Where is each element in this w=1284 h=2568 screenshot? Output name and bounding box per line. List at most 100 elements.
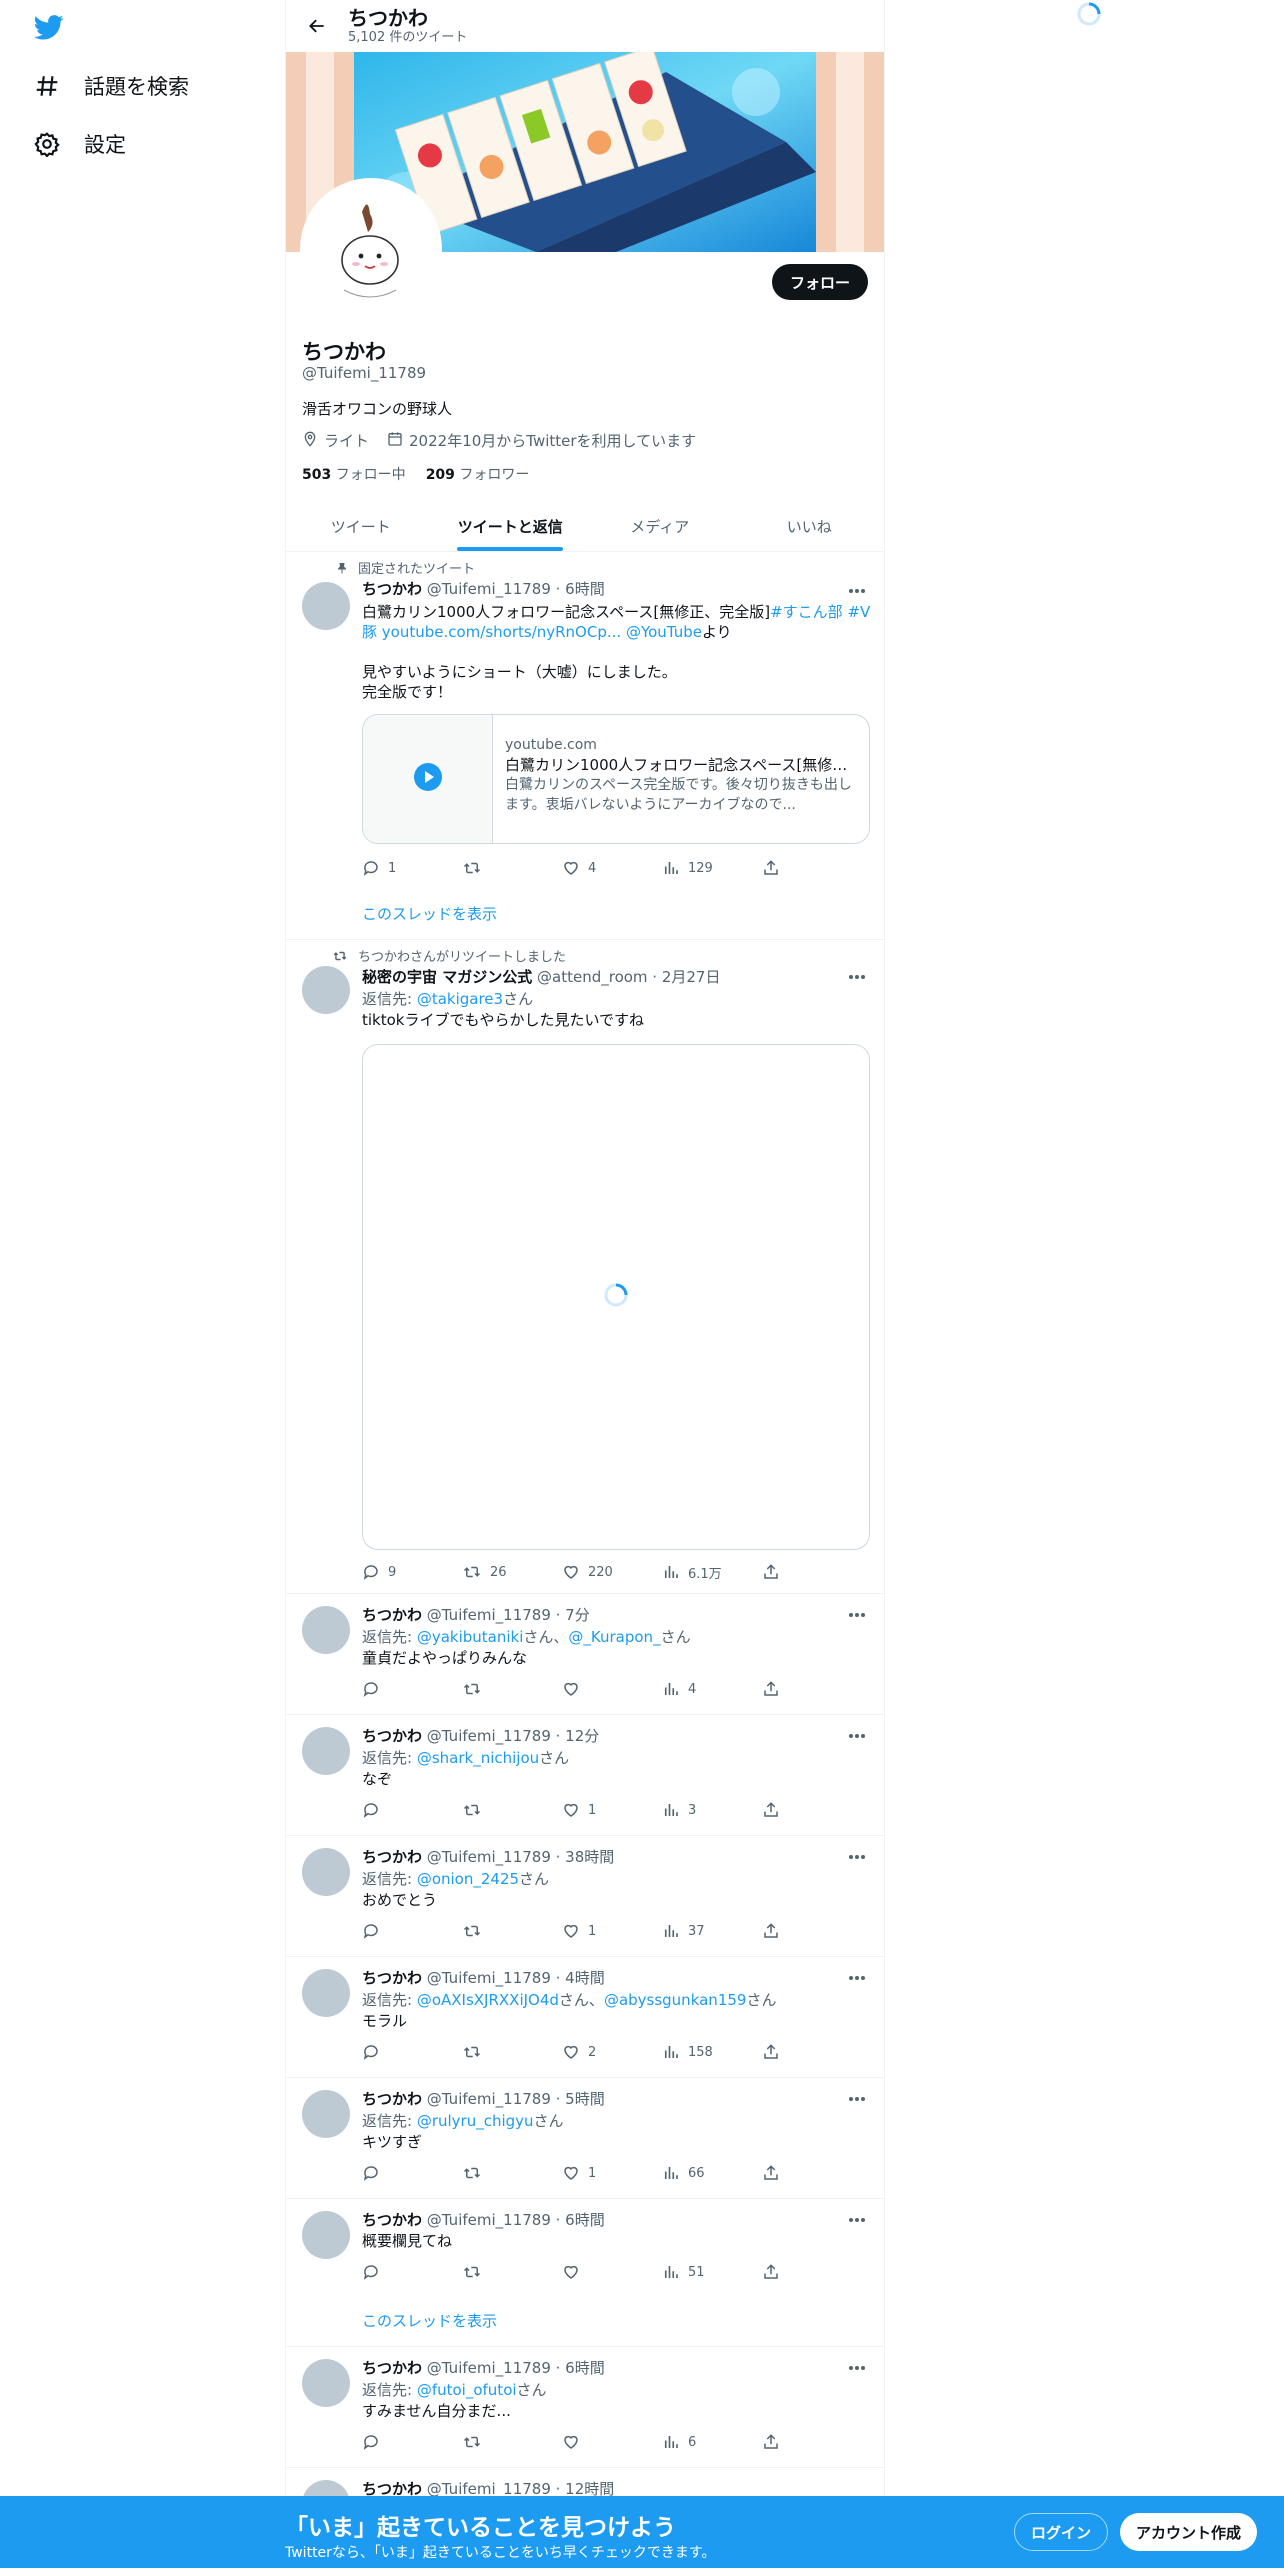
tweet-pinned[interactable]: 固定されたツイート ちつかわ @Tuifemi_11789 · 6時間 白鷺カリ…: [286, 552, 884, 940]
tab-likes[interactable]: いいね: [735, 502, 885, 551]
share-button[interactable]: [762, 2162, 802, 2184]
retweet-button[interactable]: [462, 1678, 562, 1700]
share-button[interactable]: [762, 1920, 802, 1942]
share-button[interactable]: [762, 1799, 802, 1821]
followers-link[interactable]: 209 フォロワー: [426, 464, 530, 484]
retweet-button[interactable]: [462, 857, 562, 879]
share-button[interactable]: [762, 2041, 802, 2063]
views-button[interactable]: 66: [662, 2162, 762, 2184]
retweet-button[interactable]: 26: [462, 1561, 562, 1583]
tweet-reply[interactable]: ちつかわ @Tuifemi_11789 · 38時間 返信先: @onion_2…: [286, 1836, 884, 1957]
share-button[interactable]: [762, 857, 802, 879]
reply-button[interactable]: [362, 2431, 462, 2453]
avatar[interactable]: [302, 1969, 350, 2017]
reply-button[interactable]: 1: [362, 857, 462, 879]
share-button[interactable]: [762, 2261, 802, 2283]
reply-button[interactable]: [362, 1799, 462, 1821]
tab-tweets[interactable]: ツイート: [286, 502, 436, 551]
mention-link[interactable]: @shark_nichijou: [417, 1749, 539, 1767]
retweet-button[interactable]: [462, 1920, 562, 1942]
signup-button[interactable]: アカウント作成: [1120, 2513, 1258, 2551]
like-button[interactable]: 1: [562, 2162, 662, 2184]
author-name[interactable]: 秘密の宇宙 マガジン公式: [362, 968, 532, 986]
avatar[interactable]: [302, 1727, 350, 1775]
more-options-icon[interactable]: [846, 2357, 868, 2379]
retweet-button[interactable]: [462, 1799, 562, 1821]
reply-button[interactable]: [362, 1920, 462, 1942]
author-name[interactable]: ちつかわ: [362, 2090, 422, 2108]
author-name[interactable]: ちつかわ: [362, 1848, 422, 1866]
author-name[interactable]: ちつかわ: [362, 580, 422, 598]
author-name[interactable]: ちつかわ: [362, 1606, 422, 1624]
tweet[interactable]: ちつかわ @Tuifemi_11789 · 6時間 概要欄見てね 51 このスレ…: [286, 2199, 884, 2347]
media-embed[interactable]: [362, 1044, 870, 1550]
hashtag-link[interactable]: #すこん部: [770, 603, 843, 621]
author-name[interactable]: ちつかわ: [362, 2211, 422, 2229]
mention-link[interactable]: @abyssgunkan159: [604, 1991, 747, 2009]
like-button[interactable]: 2: [562, 2041, 662, 2063]
tab-tweets-and-replies[interactable]: ツイートと返信: [436, 502, 586, 551]
reply-button[interactable]: 9: [362, 1561, 462, 1583]
tweet-reply[interactable]: ちつかわ @Tuifemi_11789 · 4時間 返信先: @oAXIsXJR…: [286, 1957, 884, 2078]
author-name[interactable]: ちつかわ: [362, 2359, 422, 2377]
more-options-icon[interactable]: [846, 966, 868, 988]
profile-avatar[interactable]: [300, 178, 442, 320]
show-thread-link[interactable]: このスレッドを表示: [362, 903, 497, 924]
avatar[interactable]: [302, 582, 350, 630]
share-button[interactable]: [762, 1678, 802, 1700]
like-button[interactable]: 4: [562, 857, 662, 879]
avatar[interactable]: [302, 2359, 350, 2407]
avatar[interactable]: [302, 2090, 350, 2138]
following-link[interactable]: 503 フォロー中: [302, 464, 406, 484]
more-options-icon[interactable]: [846, 1604, 868, 1626]
reply-button[interactable]: [362, 2162, 462, 2184]
views-button[interactable]: 4: [662, 1678, 762, 1700]
retweet-button[interactable]: [462, 2431, 562, 2453]
retweet-button[interactable]: [462, 2162, 562, 2184]
like-button[interactable]: 1: [562, 1799, 662, 1821]
mention-link[interactable]: @futoi_ofutoi: [417, 2381, 517, 2399]
reply-button[interactable]: [362, 2041, 462, 2063]
like-button[interactable]: 1: [562, 1920, 662, 1942]
tweet-reply[interactable]: ちつかわ @Tuifemi_11789 · 7分 返信先: @yakibutan…: [286, 1594, 884, 1715]
reply-button[interactable]: [362, 2261, 462, 2283]
avatar[interactable]: [302, 2211, 350, 2259]
views-button[interactable]: 3: [662, 1799, 762, 1821]
twitter-bird-icon[interactable]: [32, 12, 66, 44]
retweet-button[interactable]: [462, 2261, 562, 2283]
tweet-reply[interactable]: ちつかわ @Tuifemi_11789 · 6時間 返信先: @futoi_of…: [286, 2347, 884, 2468]
link-card[interactable]: youtube.com 白鷺カリン1000人フォロワー記念スペース[無修正...…: [362, 714, 870, 844]
more-options-icon[interactable]: [846, 580, 868, 602]
tab-media[interactable]: メディア: [585, 502, 735, 551]
views-button[interactable]: 6: [662, 2431, 762, 2453]
back-arrow-icon[interactable]: [300, 9, 334, 43]
avatar[interactable]: [302, 966, 350, 1014]
more-options-icon[interactable]: [846, 1846, 868, 1868]
more-options-icon[interactable]: [846, 1967, 868, 1989]
views-button[interactable]: 37: [662, 1920, 762, 1942]
author-name[interactable]: ちつかわ: [362, 1969, 422, 1987]
views-button[interactable]: 6.1万: [662, 1561, 762, 1583]
retweet-button[interactable]: [462, 2041, 562, 2063]
mention-link[interactable]: @takigare3: [417, 990, 503, 1008]
mention-link[interactable]: @rulyru_chigyu: [417, 2112, 534, 2130]
like-button[interactable]: 220: [562, 1561, 662, 1583]
reply-button[interactable]: [362, 1678, 462, 1700]
mention-link[interactable]: @oAXIsXJRXXiJO4d: [417, 1991, 559, 2009]
author-name[interactable]: ちつかわ: [362, 1727, 422, 1745]
more-options-icon[interactable]: [846, 1725, 868, 1747]
like-button[interactable]: [562, 1678, 662, 1700]
show-thread-link[interactable]: このスレッドを表示: [362, 2310, 497, 2331]
hashtag-link[interactable]: #V: [847, 603, 870, 621]
tweet-retweet[interactable]: ちつかわさんがリツイートしました 秘密の宇宙 マガジン公式 @attend_ro…: [286, 940, 884, 1594]
like-button[interactable]: [562, 2261, 662, 2283]
tweet-reply[interactable]: ちつかわ @Tuifemi_11789 · 12分 返信先: @shark_ni…: [286, 1715, 884, 1836]
login-button[interactable]: ログイン: [1014, 2513, 1109, 2551]
share-button[interactable]: [762, 2431, 802, 2453]
follow-button[interactable]: フォロー: [771, 264, 868, 300]
views-button[interactable]: 158: [662, 2041, 762, 2063]
mention-link[interactable]: @onion_2425: [417, 1870, 519, 1888]
more-options-icon[interactable]: [846, 2209, 868, 2231]
avatar[interactable]: [302, 1848, 350, 1896]
mention-link[interactable]: @yakibutaniki: [417, 1628, 524, 1646]
